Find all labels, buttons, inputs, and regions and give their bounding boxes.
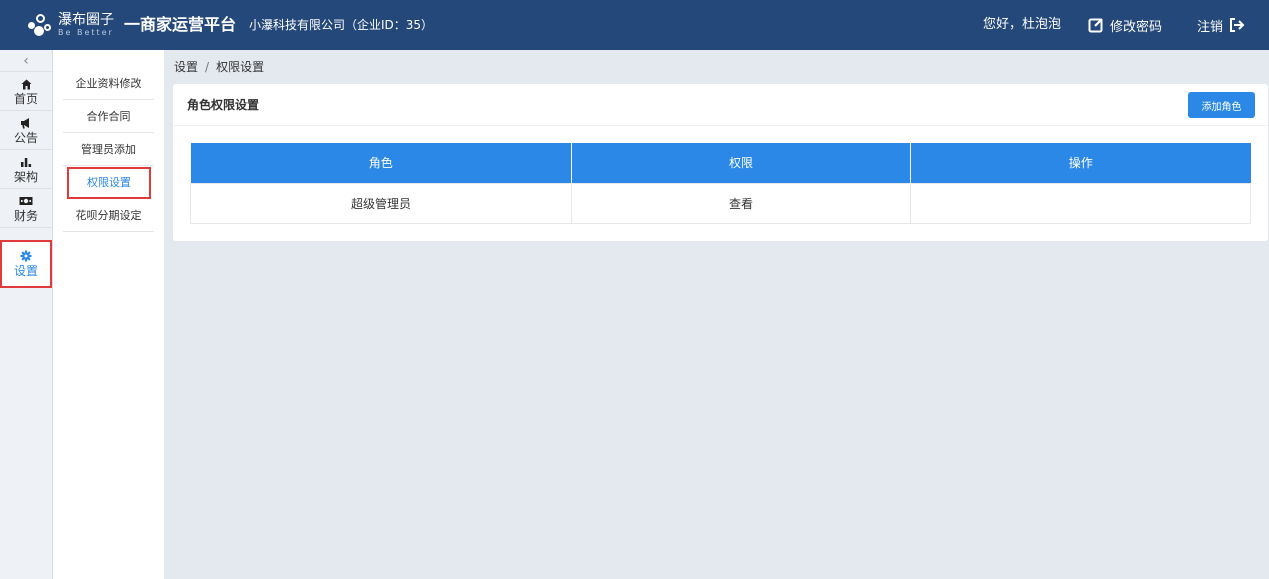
nav-item-label: 首页 <box>13 92 38 106</box>
megaphone-icon <box>21 118 29 129</box>
edit-icon <box>1088 18 1103 33</box>
nav-item-announcement[interactable]: 公告 <box>0 111 52 150</box>
brand-slogan: Be Better <box>58 28 114 37</box>
nav-item-structure[interactable]: 架构 <box>0 150 52 189</box>
brand-name: 瀑布圈子 <box>58 12 114 28</box>
nav-item-finance[interactable]: 财务 <box>0 189 52 228</box>
column-header-role: 角色 <box>190 143 572 183</box>
nav-item-home[interactable]: 首页 <box>0 72 52 111</box>
table-row: 超级管理员 查看 <box>190 182 1251 224</box>
column-header-actions: 操作 <box>910 143 1251 183</box>
breadcrumb: 设置 / 权限设置 <box>174 59 264 75</box>
nav-item-label: 设置 <box>13 264 38 278</box>
card-title: 角色权限设置 <box>187 98 260 112</box>
nav-item-settings[interactable]: 设置 <box>0 240 52 288</box>
platform-title: 一商家运营平台 <box>124 15 237 34</box>
nav-item-label: 财务 <box>13 209 38 223</box>
card-divider <box>173 125 1268 126</box>
column-header-permission: 权限 <box>571 143 911 183</box>
chevron-left-icon: ‹ <box>23 53 29 69</box>
logout-button[interactable]: 注销 <box>1197 13 1245 37</box>
change-password-button[interactable]: 修改密码 <box>1088 13 1162 37</box>
collapse-sidebar-button[interactable]: ‹ <box>0 50 52 72</box>
top-header: 瀑布圈子 Be Better 一商家运营平台 小瀑科技有限公司（企业ID：35）… <box>0 0 1269 50</box>
nav-item-label: 架构 <box>13 170 38 184</box>
role-permission-card: 角色权限设置 添加角色 角色 权限 操作 超级管理员 查看 <box>173 84 1268 241</box>
permission-view-link[interactable]: 查看 <box>571 182 911 224</box>
company-info: 小瀑科技有限公司（企业ID：35） <box>249 18 434 32</box>
breadcrumb-root[interactable]: 设置 <box>174 60 198 74</box>
gear-icon <box>20 250 32 262</box>
roles-table: 角色 权限 操作 超级管理员 查看 <box>190 143 1251 224</box>
nav-item-label: 公告 <box>13 131 38 145</box>
table-header-row: 角色 权限 操作 <box>190 143 1251 183</box>
subnav-item-admin-add[interactable]: 管理员添加 <box>63 133 154 166</box>
subnav-item-permissions[interactable]: 权限设置 <box>67 167 151 199</box>
logout-icon <box>1230 18 1245 32</box>
user-greeting: 您好，杜泡泡 <box>983 17 1062 32</box>
breadcrumb-separator: / <box>205 60 210 74</box>
main-nav-rail: ‹ 首页 公告 架构 财务 设置 <box>0 50 53 579</box>
home-icon <box>21 79 31 89</box>
add-role-button[interactable]: 添加角色 <box>1188 92 1255 118</box>
role-name-cell: 超级管理员 <box>190 182 572 224</box>
bar-chart-icon <box>21 157 32 167</box>
subnav-item-installments[interactable]: 花呗分期设定 <box>63 199 154 232</box>
brand-logo-icon <box>26 12 52 38</box>
subnav-item-contract[interactable]: 合作合同 <box>63 100 154 133</box>
logout-label: 注销 <box>1197 19 1224 35</box>
brand: 瀑布圈子 Be Better <box>58 12 114 37</box>
actions-cell <box>910 182 1251 224</box>
money-icon <box>19 197 33 205</box>
breadcrumb-current: 权限设置 <box>216 60 265 74</box>
settings-subnav: 企业资料修改 合作合同 管理员添加 权限设置 花呗分期设定 <box>53 50 164 579</box>
subnav-item-company-profile[interactable]: 企业资料修改 <box>63 67 154 100</box>
change-password-label: 修改密码 <box>1110 19 1163 35</box>
